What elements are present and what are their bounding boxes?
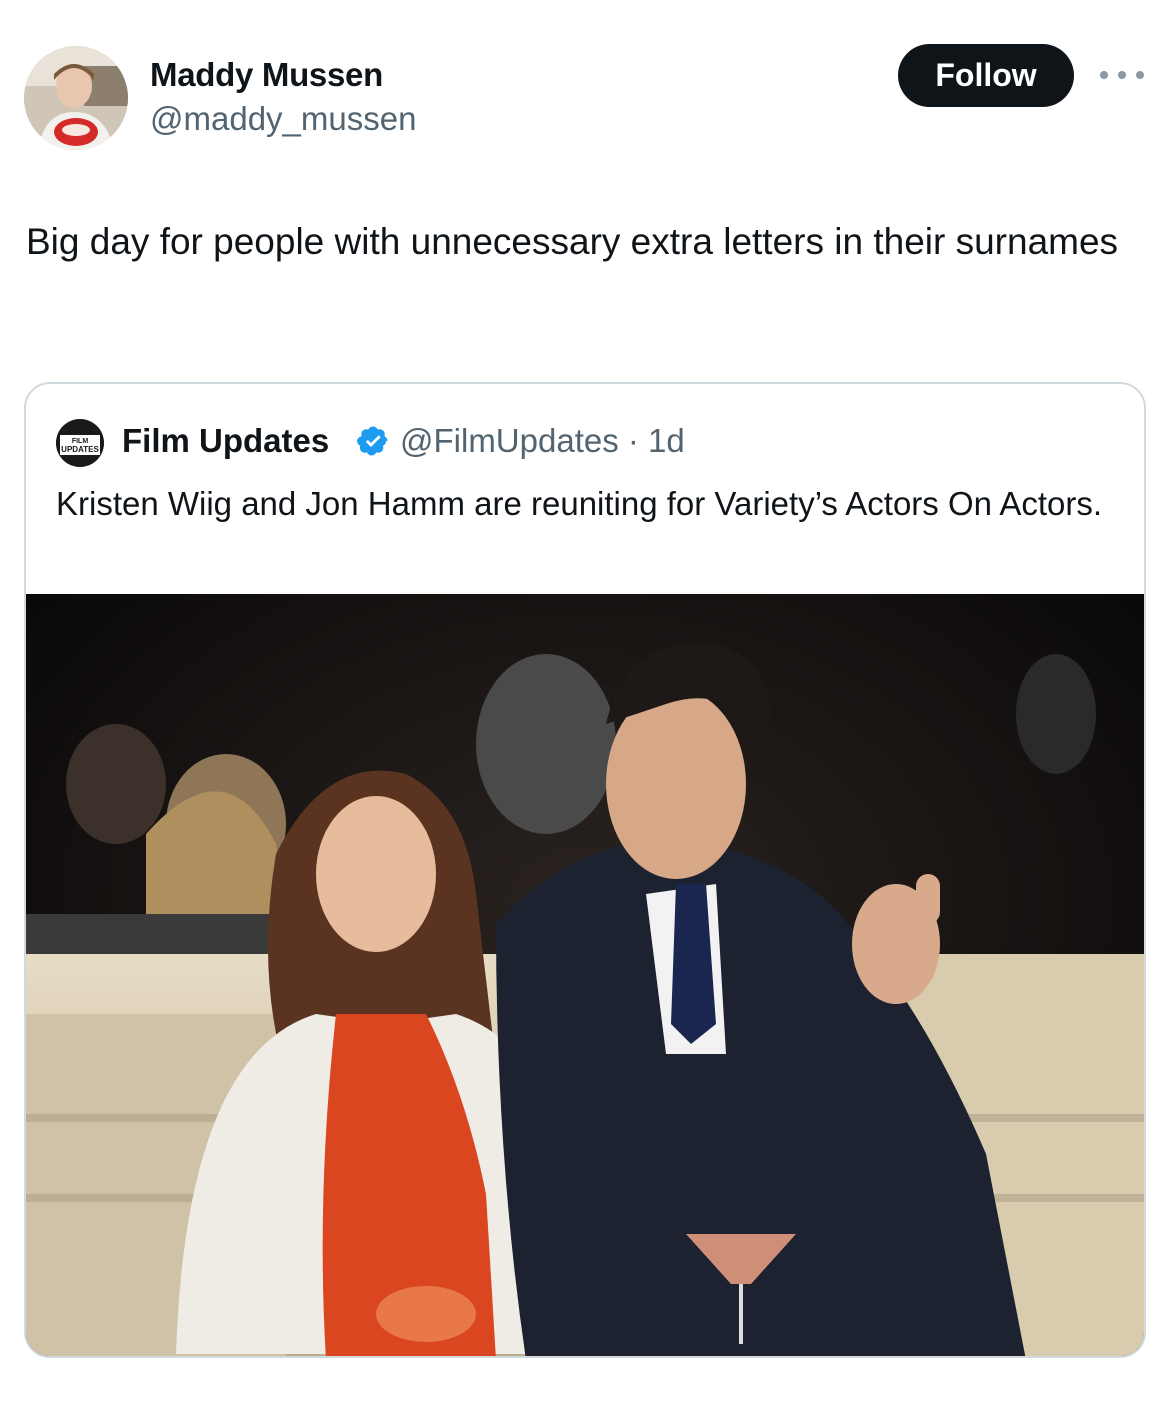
quoted-author-avatar[interactable]: FILM UPDATES [56,419,104,467]
quoted-handle-and-time[interactable]: @FilmUpdates · 1d [400,422,685,460]
quoted-avatar-logo-text-line1: FILM [72,438,88,445]
quoted-tweet[interactable]: FILM UPDATES Film Updates @FilmUpdates ·… [24,382,1146,1358]
verified-badge-icon [357,426,388,456]
author-name[interactable]: Maddy Mussen [150,56,383,94]
more-dot [1136,71,1144,79]
quoted-tweet-text: Kristen Wiig and Jon Hamm are reuniting … [56,485,1103,522]
author-avatar[interactable] [24,46,128,150]
more-dot [1118,71,1126,79]
follow-button[interactable]: Follow [898,44,1074,107]
more-dot [1100,71,1108,79]
tweet: Maddy Mussen @maddy_mussen Follow Big da… [0,0,1170,1404]
author-handle[interactable]: @maddy_mussen [150,100,416,138]
quoted-author-name[interactable]: Film Updates [122,422,329,460]
tweet-text: Big day for people with unnecessary extr… [26,221,1119,262]
quoted-avatar-logo-text-line2: UPDATES [61,445,99,454]
more-options-icon[interactable] [1100,60,1144,90]
quoted-tweet-photo[interactable] [26,594,1144,1356]
